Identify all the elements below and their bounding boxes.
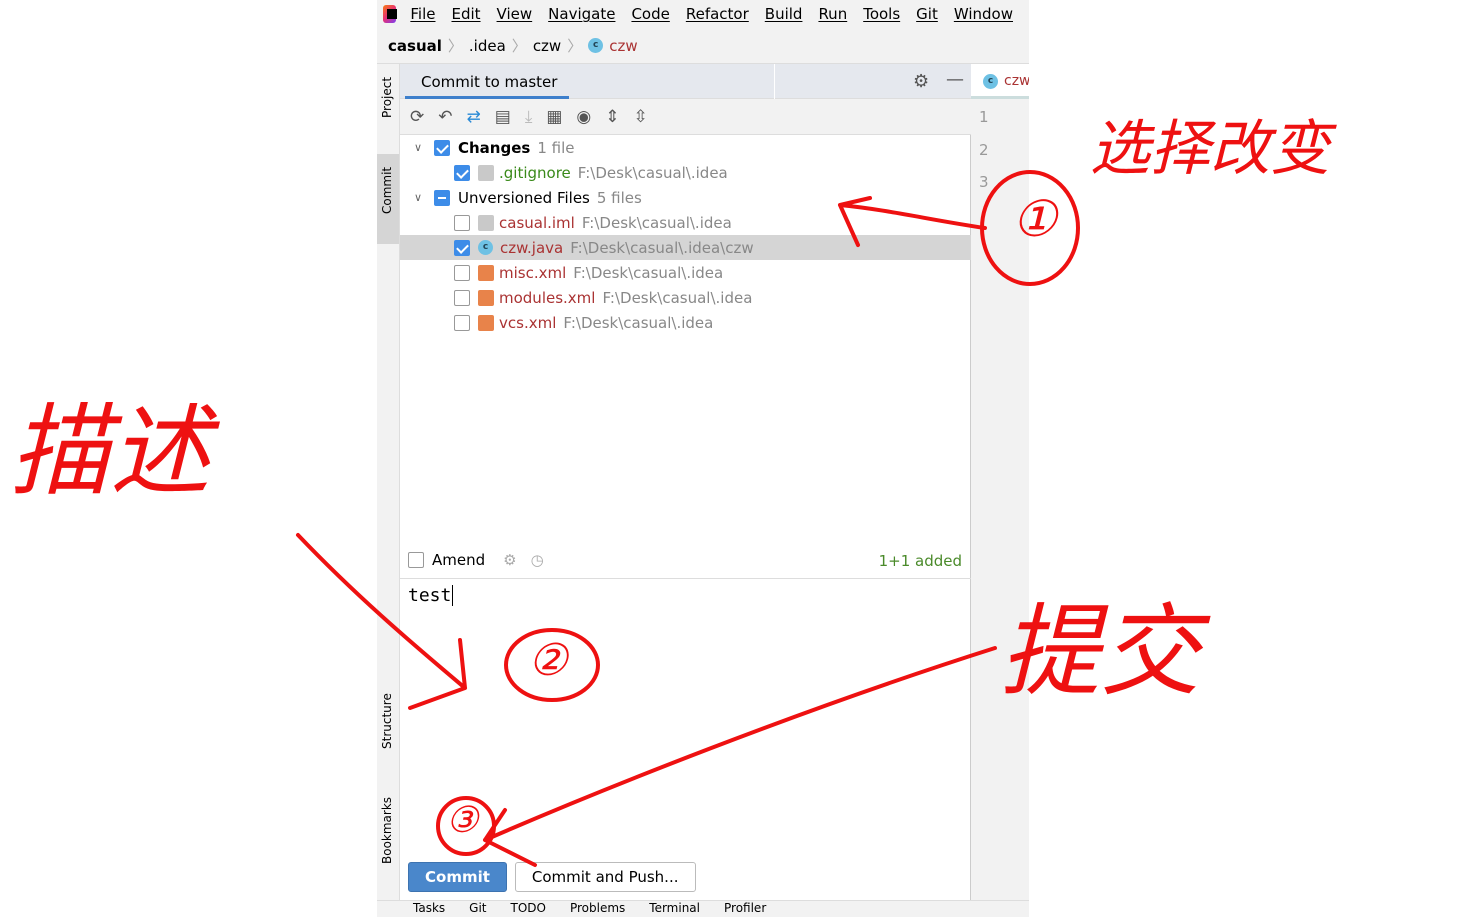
annotation-select-changes: 选择改变 — [1090, 114, 1330, 184]
annotation-submit: 提交 — [1000, 593, 1200, 710]
annotation-step2: ② — [528, 635, 568, 686]
annotation-describe: 描述 — [10, 393, 210, 510]
annotation-step3: ③ — [446, 800, 479, 841]
annotation-step1: ① — [1012, 190, 1057, 248]
arrow-1 — [838, 196, 987, 247]
arrow-2 — [296, 533, 467, 710]
